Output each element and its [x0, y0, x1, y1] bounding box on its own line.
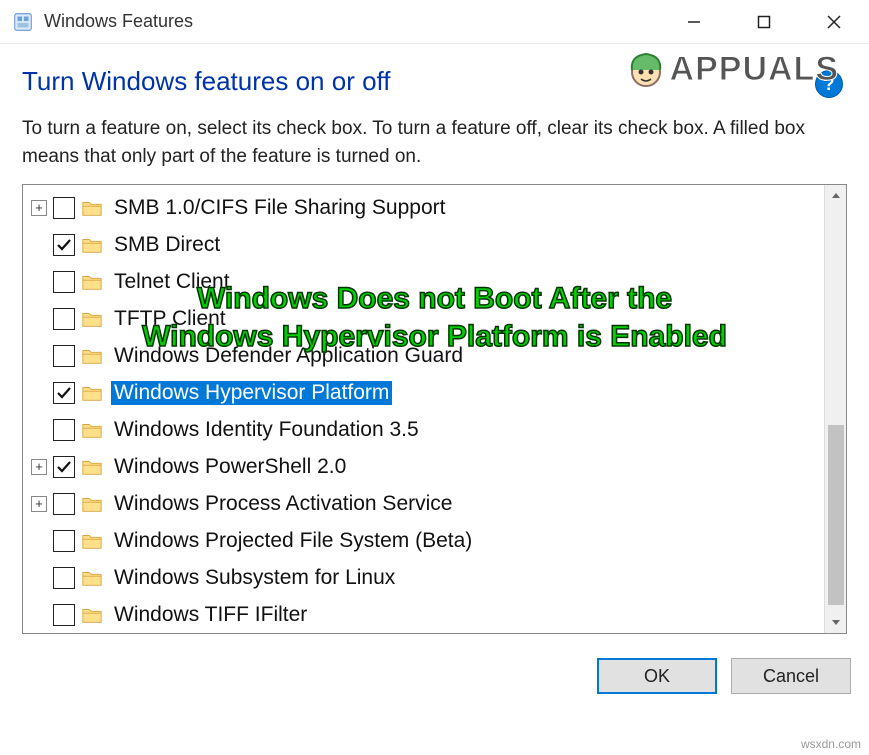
cancel-button[interactable]: Cancel: [731, 658, 851, 694]
feature-label[interactable]: Telnet Client: [111, 270, 233, 294]
maximize-button[interactable]: [729, 0, 799, 43]
folder-icon: [81, 568, 103, 588]
feature-label[interactable]: Windows TIFF IFilter: [111, 603, 310, 627]
feature-checkbox[interactable]: [53, 604, 75, 626]
content-area: Turn Windows features on or off ? To tur…: [0, 44, 869, 644]
window-controls: [659, 0, 869, 43]
feature-checkbox[interactable]: [53, 271, 75, 293]
feature-checkbox[interactable]: [53, 530, 75, 552]
folder-icon: [81, 272, 103, 292]
minimize-button[interactable]: [659, 0, 729, 43]
feature-row[interactable]: +Windows Projected File System (Beta): [25, 522, 822, 559]
feature-checkbox[interactable]: [53, 456, 75, 478]
feature-label[interactable]: TFTP Client: [111, 307, 229, 331]
folder-icon: [81, 309, 103, 329]
feature-row[interactable]: +Windows Hypervisor Platform: [25, 374, 822, 411]
feature-checkbox[interactable]: [53, 382, 75, 404]
dialog-buttons: OK Cancel: [0, 644, 869, 708]
feature-label[interactable]: Windows Hypervisor Platform: [111, 381, 392, 405]
feature-checkbox[interactable]: [53, 234, 75, 256]
feature-label[interactable]: Windows Defender Application Guard: [111, 344, 466, 368]
folder-icon: [81, 235, 103, 255]
folder-icon: [81, 531, 103, 551]
feature-row[interactable]: +Windows Subsystem for Linux: [25, 559, 822, 596]
expander-icon[interactable]: +: [31, 496, 47, 512]
feature-row[interactable]: + Windows PowerShell 2.0: [25, 448, 822, 485]
feature-checkbox[interactable]: [53, 197, 75, 219]
feature-checkbox[interactable]: [53, 567, 75, 589]
scroll-down-icon[interactable]: [825, 611, 846, 633]
features-list: +SMB 1.0/CIFS File Sharing Support+SMB D…: [22, 184, 847, 634]
folder-icon: [81, 198, 103, 218]
titlebar: Windows Features: [0, 0, 869, 44]
feature-checkbox[interactable]: [53, 308, 75, 330]
window-title: Windows Features: [44, 11, 659, 32]
feature-row[interactable]: +SMB Direct: [25, 226, 822, 263]
source-watermark: wsxdn.com: [801, 737, 861, 751]
folder-icon: [81, 346, 103, 366]
feature-row[interactable]: +Windows Identity Foundation 3.5: [25, 411, 822, 448]
feature-checkbox[interactable]: [53, 419, 75, 441]
feature-label[interactable]: Windows Process Activation Service: [111, 492, 455, 516]
feature-row[interactable]: + Windows Process Activation Service: [25, 485, 822, 522]
feature-checkbox[interactable]: [53, 493, 75, 515]
scroll-up-icon[interactable]: [825, 185, 846, 207]
folder-icon: [81, 605, 103, 625]
folder-icon: [81, 494, 103, 514]
folder-icon: [81, 457, 103, 477]
feature-row[interactable]: +Windows Defender Application Guard: [25, 337, 822, 374]
feature-label[interactable]: Windows Identity Foundation 3.5: [111, 418, 422, 442]
feature-row[interactable]: +Windows TIFF IFilter: [25, 596, 822, 633]
feature-checkbox[interactable]: [53, 345, 75, 367]
close-button[interactable]: [799, 0, 869, 43]
folder-icon: [81, 383, 103, 403]
feature-label[interactable]: Windows Projected File System (Beta): [111, 529, 475, 553]
feature-label[interactable]: SMB 1.0/CIFS File Sharing Support: [111, 196, 448, 220]
feature-row[interactable]: + SMB 1.0/CIFS File Sharing Support: [25, 189, 822, 226]
description-text: To turn a feature on, select its check b…: [22, 115, 847, 170]
expander-icon[interactable]: +: [31, 200, 47, 216]
ok-button[interactable]: OK: [597, 658, 717, 694]
expander-icon[interactable]: +: [31, 459, 47, 475]
page-title: Turn Windows features on or off: [22, 66, 391, 97]
app-icon: [12, 11, 34, 33]
feature-label[interactable]: SMB Direct: [111, 233, 223, 257]
help-icon[interactable]: ?: [815, 70, 843, 98]
feature-row[interactable]: +Telnet Client: [25, 263, 822, 300]
feature-label[interactable]: Windows Subsystem for Linux: [111, 566, 398, 590]
feature-label[interactable]: Windows PowerShell 2.0: [111, 455, 349, 479]
feature-row[interactable]: +TFTP Client: [25, 300, 822, 337]
scroll-thumb[interactable]: [828, 425, 844, 605]
folder-icon: [81, 420, 103, 440]
scrollbar[interactable]: [824, 185, 846, 633]
